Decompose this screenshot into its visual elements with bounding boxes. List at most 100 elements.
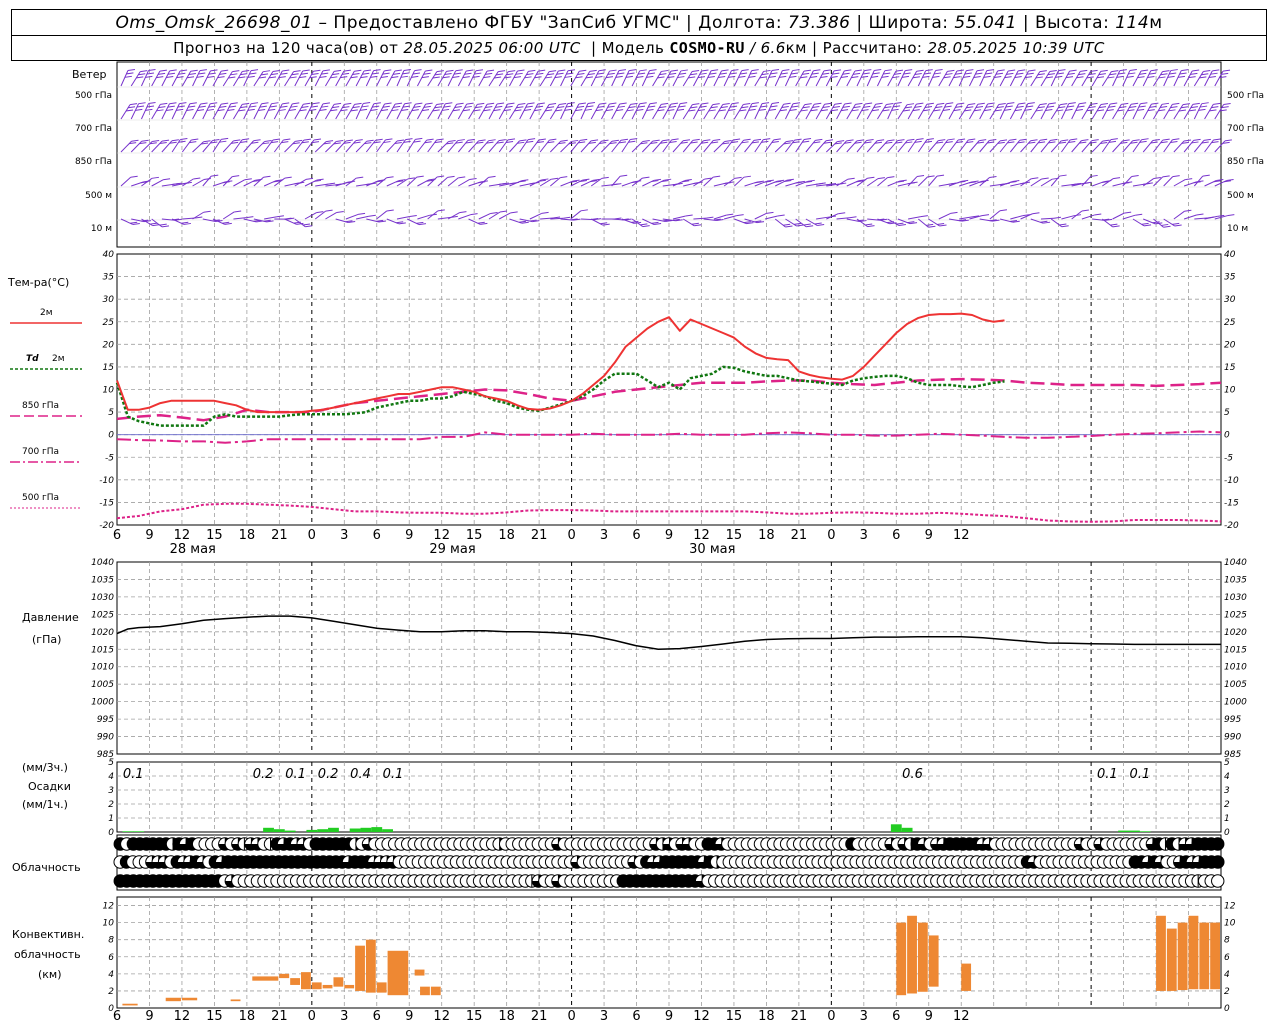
- wind-barb-flag: [191, 138, 199, 141]
- wind-barb: [417, 213, 437, 220]
- wind-barb-flag: [1111, 70, 1119, 73]
- wind-barb-flag: [1188, 76, 1196, 79]
- conv-ytick-right: 12: [1224, 902, 1236, 912]
- wind-barb-flag: [793, 222, 802, 225]
- wind-barb: [999, 69, 1016, 87]
- wind-barb-flag: [706, 216, 714, 219]
- press-ytick-right: 995: [1224, 715, 1241, 725]
- wind-barb-flag: [571, 139, 579, 142]
- press-ytick-left: 1040: [91, 558, 114, 568]
- temp-ytick-right: 5: [1224, 408, 1230, 418]
- wind-barb-flag: [601, 176, 609, 179]
- wind-barb-staff: [1112, 70, 1121, 87]
- wind-barb-flag: [676, 108, 685, 111]
- wind-barb: [999, 138, 1017, 153]
- wind-barb-flag: [741, 69, 749, 72]
- wind-barb-flag: [999, 209, 1008, 212]
- wind-barb-flag: [867, 176, 875, 179]
- wind-barb-flag: [771, 102, 780, 105]
- temp-ytick-left: 40: [103, 250, 115, 260]
- wind-barb-flag: [1070, 138, 1078, 141]
- wind-barb: [222, 102, 238, 120]
- temp-ytick-left: 0: [108, 431, 114, 441]
- wind-barb: [458, 213, 478, 220]
- wind-barb-flag: [1203, 138, 1211, 141]
- wind-barb-flag: [977, 102, 985, 105]
- legend-t700-label: 700 гПа: [22, 447, 59, 457]
- wind-barb: [447, 211, 467, 220]
- wind-barb-flag: [1048, 102, 1056, 105]
- wind-barb: [774, 178, 794, 187]
- wind-barb-flag: [758, 108, 766, 111]
- wind-barb-staff: [713, 141, 725, 153]
- wind-barb-staff: [529, 212, 542, 220]
- wind-barb-flag: [1201, 102, 1209, 105]
- wind-barb-flag: [534, 76, 542, 79]
- wind-barb: [846, 69, 862, 87]
- wind-barb-flag: [280, 72, 288, 75]
- wind-barb-staff: [1183, 214, 1197, 220]
- wind-barb-flag: [272, 69, 280, 72]
- wind-barb-flag: [1137, 76, 1145, 79]
- wind-barb-flag: [167, 72, 176, 75]
- cloud-symbol-high: [1211, 837, 1225, 851]
- wind-barb-flag: [313, 138, 322, 141]
- wind-barb-staff: [478, 213, 491, 220]
- wind-barb-flag: [802, 72, 810, 75]
- wind-barb-flag: [1150, 69, 1158, 72]
- temp-ytick-right: 15: [1224, 363, 1236, 373]
- wind-barb-flag: [566, 72, 574, 75]
- wind-barb-flag: [822, 72, 830, 75]
- wind-barb-flag: [496, 102, 505, 105]
- wind-barb-flag: [343, 69, 351, 72]
- wind-barb: [529, 138, 546, 153]
- wind-barb-flag: [325, 209, 333, 212]
- wind-barb-staff: [519, 103, 528, 120]
- wind-barb: [815, 139, 834, 153]
- wind-barb-flag: [1059, 223, 1067, 226]
- wind-barb-flag: [834, 102, 842, 105]
- wind-barb-flag: [1079, 102, 1087, 105]
- wind-barb: [1163, 102, 1180, 120]
- wind-title: Ветер: [72, 68, 106, 81]
- wind-barb-flag: [587, 101, 596, 104]
- wind-barb-flag: [865, 223, 873, 226]
- wind-barb-flag: [499, 210, 508, 213]
- wind-barb-staff: [754, 139, 764, 153]
- temp-ytick-left: 10: [103, 386, 115, 396]
- wind-barb: [1183, 180, 1204, 187]
- convective-bar: [414, 969, 425, 976]
- wind-barb-flag: [409, 215, 417, 218]
- precip-3h-label: 0.1: [1129, 767, 1150, 782]
- wind-level-700hpa-right: 700 гПа: [1227, 124, 1264, 134]
- wind-barb-flag: [299, 76, 307, 79]
- wind-barb-staff: [458, 214, 471, 220]
- wind-barb: [181, 102, 197, 120]
- wind-barb-flag: [180, 69, 188, 72]
- wind-barb-flag: [316, 178, 324, 181]
- wind-barb-flag: [1091, 139, 1099, 142]
- wind-level-10m: 10 м: [91, 224, 112, 234]
- wind-barb-flag: [136, 105, 145, 108]
- wind-barb: [917, 175, 935, 187]
- wind-barb-staff: [917, 176, 928, 187]
- wind-barb-flag: [814, 222, 822, 225]
- wind-barb: [1112, 211, 1132, 220]
- xtick-bottom: 9: [145, 1009, 153, 1024]
- wind-barb-flag: [470, 213, 478, 216]
- wind-barb-flag: [268, 108, 276, 111]
- wind-barb-flag: [1179, 72, 1187, 75]
- wind-barb: [131, 218, 152, 223]
- wind-barb-flag: [743, 103, 751, 106]
- wind-level-10m-right: 10 м: [1227, 224, 1248, 234]
- wind-barb-staff: [682, 140, 694, 153]
- wind-barb-flag: [488, 139, 496, 142]
- wind-barb: [580, 217, 602, 221]
- xtick-bottom: 21: [791, 1009, 808, 1024]
- wind-barb-flag: [515, 72, 523, 75]
- wind-barb-flag: [537, 102, 545, 105]
- wind-barb: [570, 102, 586, 120]
- wind-barb-flag: [278, 109, 286, 112]
- wind-barb: [1081, 69, 1098, 87]
- xtick-bottom: 12: [953, 1009, 970, 1024]
